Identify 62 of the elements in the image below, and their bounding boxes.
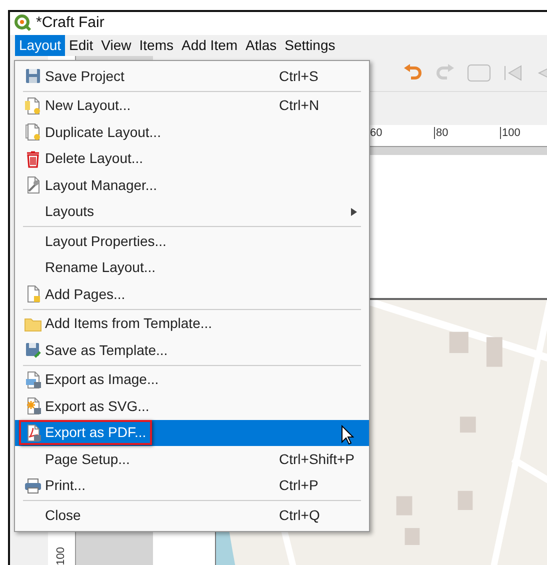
first-page-icon[interactable] xyxy=(503,64,523,82)
menu-item[interactable]: Add Items from Template... xyxy=(15,310,369,337)
menu-item-label: Page Setup... xyxy=(45,450,130,469)
window-title: *Craft Fair xyxy=(36,13,104,33)
menu-item[interactable]: Add Pages... xyxy=(15,281,369,308)
menu-item-label: Layout Properties... xyxy=(45,232,166,251)
duplicate-document-icon xyxy=(24,123,42,142)
menu-item[interactable]: Duplicate Layout... xyxy=(15,119,369,146)
asterisk-document-icon xyxy=(24,397,42,416)
menu-item-label: Layouts xyxy=(45,202,94,222)
menu-item-label: Add Items from Template... xyxy=(45,314,212,334)
printer-icon xyxy=(24,476,42,495)
menu-item-label: Save as Template... xyxy=(45,340,168,360)
menu-item[interactable]: Page Setup... Ctrl+Shift+P xyxy=(15,446,369,472)
menu-item[interactable]: Rename Layout... xyxy=(15,254,369,281)
redo-icon[interactable] xyxy=(435,64,455,82)
menu-item[interactable]: Save Project Ctrl+S xyxy=(15,63,369,90)
menu-item-label: Rename Layout... xyxy=(45,258,156,278)
menu-item-label: Print... xyxy=(45,476,86,496)
menu-item-label: Save Project xyxy=(45,66,124,86)
menu-item[interactable]: Save as Template... xyxy=(15,337,369,364)
app-logo-icon xyxy=(14,14,32,32)
shortcut-label: Ctrl+S xyxy=(279,66,320,86)
shortcut-label: Ctrl+N xyxy=(279,96,320,116)
menu-item-label: Export as PDF... xyxy=(45,423,146,442)
menu-item[interactable]: Layout Manager... xyxy=(15,172,369,198)
trash-icon xyxy=(24,150,42,168)
menu-item[interactable]: Export as PDF... xyxy=(15,420,369,446)
shortcut-label: Ctrl+Shift+P xyxy=(279,450,356,469)
menubar-item[interactable]: Settings xyxy=(280,34,340,56)
menu-item[interactable]: Layouts xyxy=(15,198,369,225)
menu-item-label: Duplicate Layout... xyxy=(45,122,161,142)
ruler-label: 100 xyxy=(54,546,68,565)
ruler-label: 80 xyxy=(434,126,448,138)
shortcut-label: Ctrl+P xyxy=(279,476,320,496)
menu-item-label: Layout Manager... xyxy=(45,176,158,195)
menu-item[interactable]: New Layout... Ctrl+N xyxy=(15,92,369,119)
menubar-item[interactable]: Layout xyxy=(15,34,66,56)
menubar-item[interactable]: Atlas xyxy=(242,34,281,56)
menu-item[interactable]: Delete Layout... xyxy=(15,146,369,172)
menu-item-label: Add Pages... xyxy=(45,284,126,304)
menubar-item[interactable]: View xyxy=(97,34,136,56)
menu-item[interactable]: Export as Image... xyxy=(15,366,369,393)
undo-icon[interactable] xyxy=(403,64,423,82)
image-document-icon xyxy=(24,370,42,389)
menu-item-label: Export as Image... xyxy=(45,370,159,390)
menubar-item[interactable]: Edit xyxy=(65,34,98,56)
menu-item[interactable]: Close Ctrl+Q xyxy=(15,502,369,528)
menu-item-label: Export as SVG... xyxy=(45,396,150,416)
menu-item[interactable]: Layout Properties... xyxy=(15,228,369,254)
menubar-item[interactable]: Items xyxy=(135,34,178,56)
menubar-item[interactable]: Add Item xyxy=(178,34,242,56)
ruler-label: 100 xyxy=(500,126,520,138)
menu-item-label: New Layout... xyxy=(45,96,131,116)
mouse-cursor-icon xyxy=(341,425,354,445)
menu-item-label: Delete Layout... xyxy=(45,149,144,168)
menu-item[interactable]: Export as SVG... xyxy=(15,393,369,420)
submenu-arrow-icon xyxy=(351,208,357,216)
menu-item[interactable]: Print... Ctrl+P xyxy=(15,472,369,499)
shortcut-label: Ctrl+Q xyxy=(279,506,321,525)
menu-item-label: Close xyxy=(45,506,81,525)
new-document-icon xyxy=(24,96,42,115)
